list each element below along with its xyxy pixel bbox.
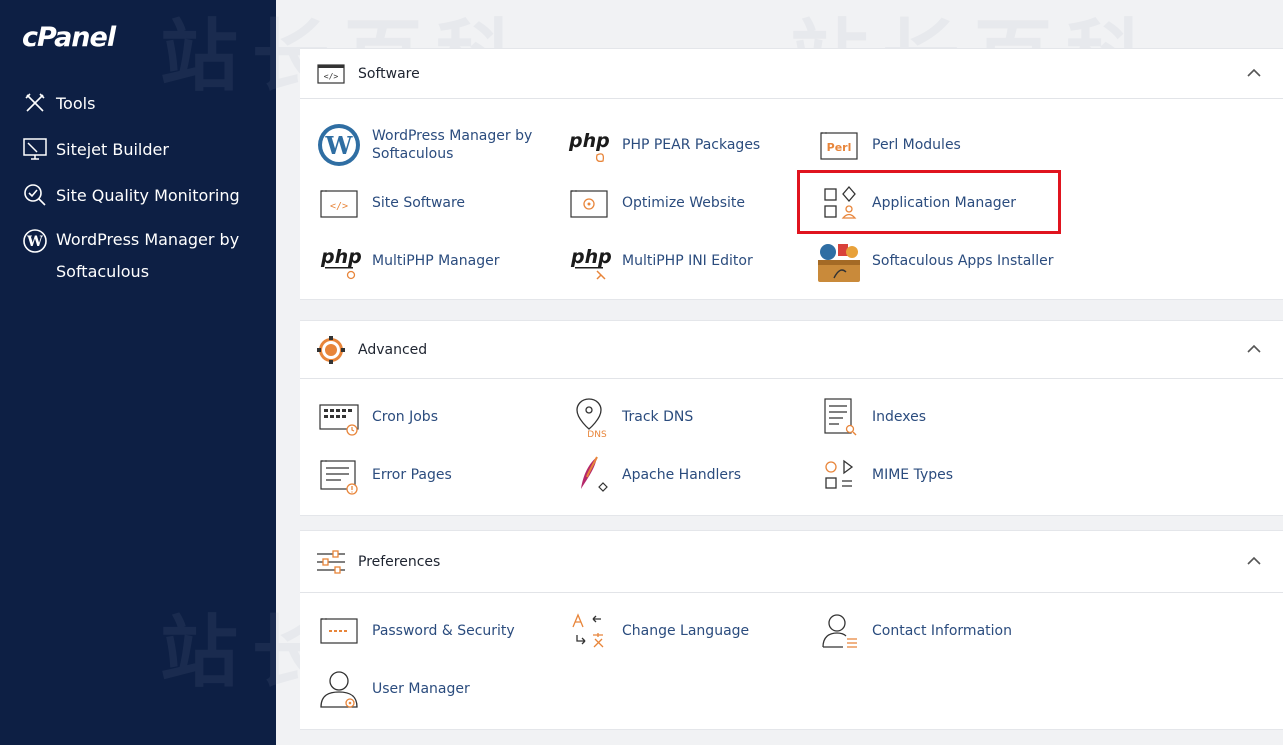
item-label: Indexes bbox=[872, 409, 927, 425]
item-label: MultiPHP INI Editor bbox=[622, 253, 753, 269]
item-php-pear[interactable]: php PHP PEAR Packages bbox=[566, 122, 760, 168]
svg-text:DNS: DNS bbox=[587, 430, 607, 439]
track-dns-icon: DNS bbox=[566, 394, 612, 440]
panel-title: Preferences bbox=[358, 553, 441, 570]
contact-icon bbox=[816, 608, 862, 654]
indexes-icon bbox=[816, 394, 862, 440]
item-label: Change Language bbox=[622, 623, 750, 639]
sliders-icon bbox=[316, 547, 346, 577]
item-multiphp-manager[interactable]: php MultiPHP Manager bbox=[316, 238, 499, 284]
sitejet-icon bbox=[22, 136, 48, 162]
sidebar-item-label: Site Quality Monitoring bbox=[56, 185, 240, 205]
chevron-up-icon[interactable] bbox=[1245, 552, 1263, 570]
item-label: MIME Types bbox=[872, 467, 954, 483]
tools-icon bbox=[22, 90, 48, 116]
item-user-manager[interactable]: User Manager bbox=[316, 666, 470, 712]
item-label: User Manager bbox=[372, 681, 470, 697]
item-label: Contact Information bbox=[872, 623, 1012, 639]
optimize-icon bbox=[566, 180, 612, 226]
preferences-panel-header[interactable]: Preferences bbox=[300, 531, 1283, 593]
svg-text:php: php bbox=[568, 130, 610, 152]
cron-icon bbox=[316, 394, 362, 440]
svg-text:Perl: Perl bbox=[827, 141, 852, 154]
svg-text:</>: </> bbox=[330, 201, 348, 212]
advanced-panel-header[interactable]: Advanced bbox=[300, 321, 1283, 379]
multiphp-ini-icon: php bbox=[566, 238, 612, 284]
item-label: Track DNS bbox=[622, 409, 694, 425]
perl-icon: Perl bbox=[816, 122, 862, 168]
mime-icon bbox=[816, 452, 862, 498]
user-manager-icon bbox=[316, 666, 362, 712]
item-error-pages[interactable]: Error Pages bbox=[316, 452, 452, 498]
software-panel-header[interactable]: </> Software bbox=[300, 49, 1283, 99]
item-label: Cron Jobs bbox=[372, 409, 438, 425]
item-multiphp-ini[interactable]: php MultiPHP INI Editor bbox=[566, 238, 753, 284]
sidebar: cPanel Tools Sitejet Builder Site Qualit… bbox=[0, 0, 276, 745]
error-pages-icon bbox=[316, 452, 362, 498]
sidebar-item-label: Sitejet Builder bbox=[56, 139, 169, 159]
password-icon bbox=[316, 608, 362, 654]
sidebar-item-tools[interactable]: Tools bbox=[22, 90, 95, 116]
item-apache-handlers[interactable]: Apache Handlers bbox=[566, 452, 741, 498]
multiphp-manager-icon: php bbox=[316, 238, 362, 284]
item-change-language[interactable]: Change Language bbox=[566, 608, 749, 654]
sidebar-item-site-quality[interactable]: Site Quality Monitoring bbox=[22, 182, 240, 208]
apache-icon bbox=[566, 452, 612, 498]
item-label: Softaculous Apps Installer bbox=[872, 253, 1054, 269]
cpanel-logo[interactable]: cPanel bbox=[22, 22, 116, 53]
wordpress-icon: W bbox=[316, 122, 362, 168]
sidebar-item-sitejet[interactable]: Sitejet Builder bbox=[22, 136, 169, 162]
svg-text:</>: </> bbox=[324, 72, 339, 81]
svg-text:php: php bbox=[570, 246, 611, 268]
item-indexes[interactable]: Indexes bbox=[816, 394, 926, 440]
item-label: Optimize Website bbox=[622, 195, 746, 211]
item-site-software[interactable]: </> Site Software bbox=[316, 180, 465, 226]
wordpress-icon: W bbox=[22, 228, 48, 254]
php-pear-icon: php bbox=[566, 122, 612, 168]
item-label: Password & Security bbox=[372, 623, 515, 639]
panel-title: Advanced bbox=[358, 341, 428, 358]
sidebar-item-label: WordPress Manager by Softaculous bbox=[56, 230, 240, 281]
item-label: MultiPHP Manager bbox=[372, 253, 500, 269]
language-icon bbox=[566, 608, 612, 654]
software-code-icon: </> bbox=[316, 59, 346, 89]
site-software-icon: </> bbox=[316, 180, 362, 226]
sidebar-item-wordpress[interactable]: W WordPress Manager by Softaculous bbox=[22, 224, 276, 288]
item-password-security[interactable]: Password & Security bbox=[316, 608, 515, 654]
item-mime-types[interactable]: MIME Types bbox=[816, 452, 953, 498]
svg-text:W: W bbox=[325, 131, 354, 160]
item-label: PHP PEAR Packages bbox=[622, 137, 761, 153]
item-label: Site Software bbox=[372, 195, 466, 211]
item-wordpress-manager[interactable]: W WordPress Manager by Softaculous bbox=[316, 122, 542, 168]
item-contact-information[interactable]: Contact Information bbox=[816, 608, 1012, 654]
chevron-up-icon[interactable] bbox=[1245, 64, 1263, 82]
item-label: WordPress Manager by Softaculous bbox=[372, 128, 533, 162]
gear-icon bbox=[316, 335, 346, 365]
item-label: Error Pages bbox=[372, 467, 452, 483]
item-optimize-website[interactable]: Optimize Website bbox=[566, 180, 745, 226]
item-label: Apache Handlers bbox=[622, 467, 742, 483]
item-label: Perl Modules bbox=[872, 137, 961, 153]
softaculous-icon bbox=[816, 238, 862, 284]
chevron-up-icon[interactable] bbox=[1245, 340, 1263, 358]
item-softaculous[interactable]: Softaculous Apps Installer bbox=[816, 238, 1053, 284]
svg-text:php: php bbox=[320, 246, 361, 268]
svg-text:W: W bbox=[26, 234, 43, 250]
sidebar-item-label: Tools bbox=[56, 93, 96, 113]
site-quality-icon bbox=[22, 182, 48, 208]
application-manager-highlight bbox=[797, 170, 1061, 234]
item-track-dns[interactable]: DNS Track DNS bbox=[566, 394, 693, 440]
item-perl-modules[interactable]: Perl Perl Modules bbox=[816, 122, 961, 168]
item-cron-jobs[interactable]: Cron Jobs bbox=[316, 394, 438, 440]
panel-title: Software bbox=[358, 65, 420, 82]
